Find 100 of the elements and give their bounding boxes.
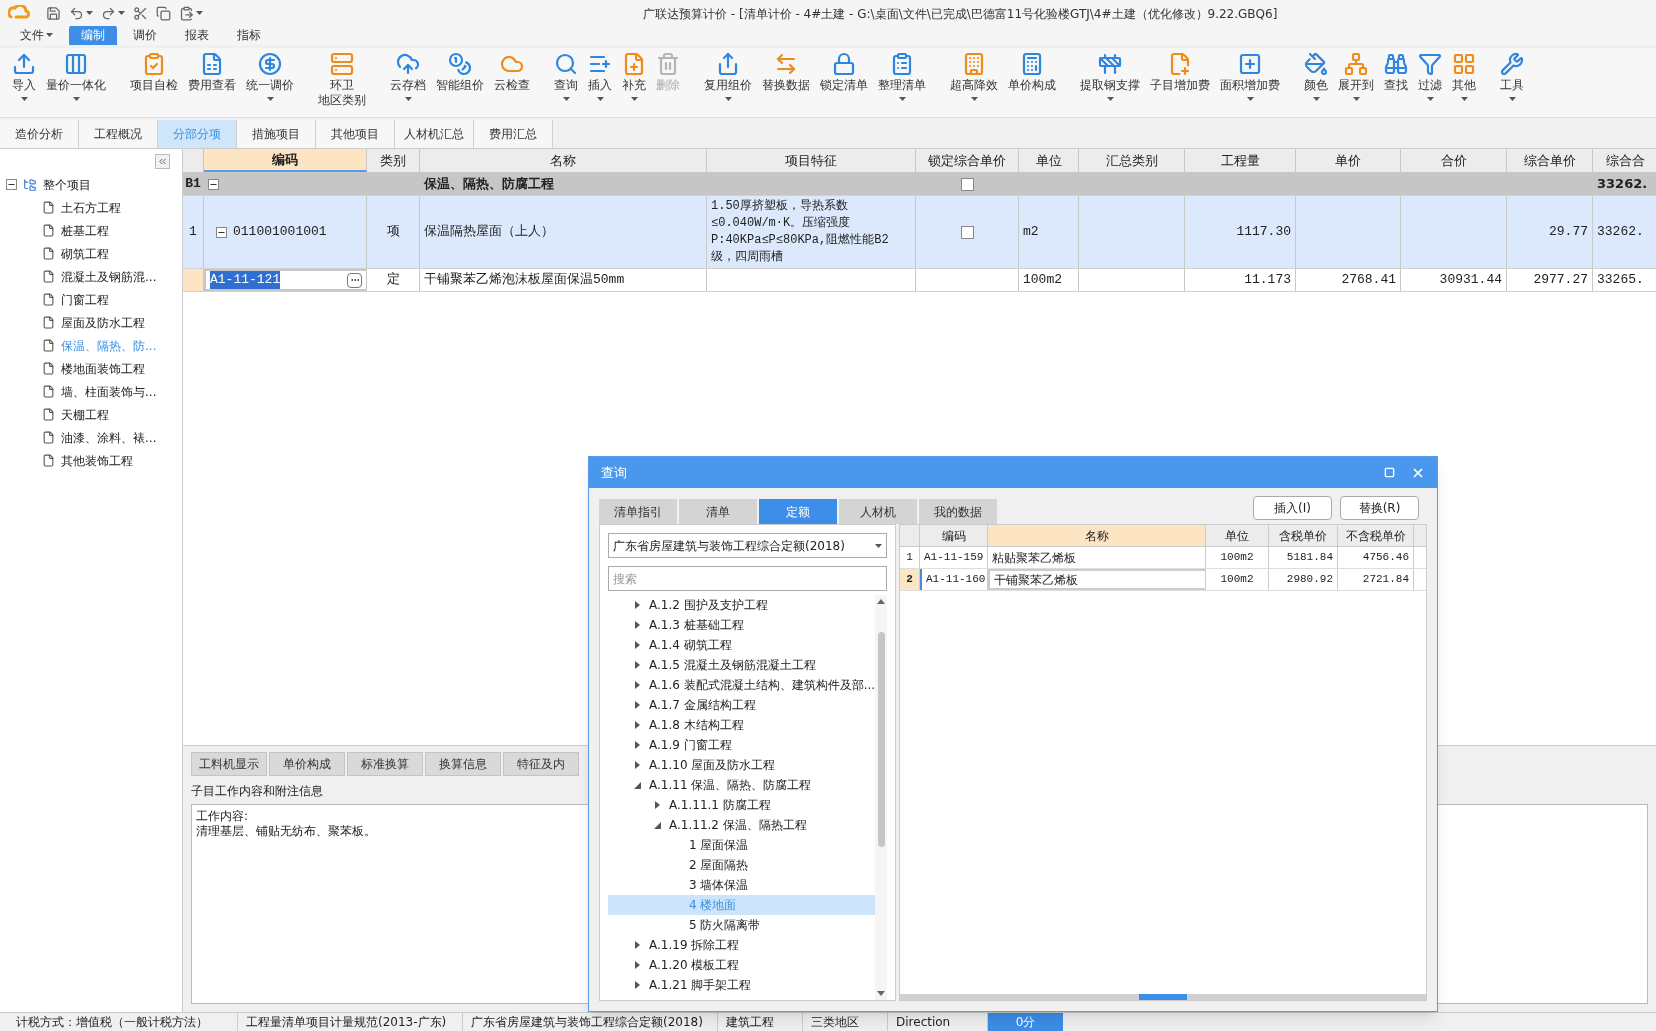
- tree-item[interactable]: A.1.20 模板工程: [649, 956, 740, 974]
- tab[interactable]: 工程概况: [79, 120, 158, 148]
- tree-item[interactable]: A.1.9 门窗工程: [649, 736, 732, 754]
- tab[interactable]: 其他项目: [316, 120, 395, 148]
- toolbar-button[interactable]: 单价构成: [1004, 52, 1060, 101]
- save-icon[interactable]: [46, 5, 61, 21]
- tree-item[interactable]: 门窗工程: [61, 290, 109, 309]
- column-header[interactable]: 单位: [1206, 525, 1269, 546]
- toolbar-button[interactable]: 查找: [1380, 52, 1412, 101]
- expand-arrow-icon[interactable]: [634, 681, 641, 689]
- tree-item[interactable]: 1 屋面保温: [689, 836, 749, 854]
- toolbar-button[interactable]: 替换数据: [758, 52, 814, 101]
- tree-item[interactable]: A.1.5 混凝土及钢筋混凝土工程: [649, 656, 816, 674]
- tree-item[interactable]: 楼地面装饰工程: [61, 359, 145, 378]
- toolbar-button[interactable]: 整理清单: [874, 52, 930, 101]
- tab[interactable]: 人材机汇总: [395, 120, 474, 148]
- toolbar-button[interactable]: 提取钢支撑: [1076, 52, 1144, 101]
- toolbar-button[interactable]: 云存档: [386, 52, 430, 101]
- toolbar-button[interactable]: 超高降效: [946, 52, 1002, 101]
- column-header[interactable]: 名称: [988, 525, 1206, 546]
- expand-arrow-icon[interactable]: [634, 941, 641, 949]
- expand-arrow-icon[interactable]: [634, 761, 641, 769]
- column-header[interactable]: 名称: [420, 149, 707, 172]
- scroll-down-icon[interactable]: [877, 991, 885, 996]
- toolbar-button[interactable]: 费用查看: [184, 52, 240, 101]
- tree-item[interactable]: 2 屋面隔热: [689, 856, 749, 874]
- collapse-arrow-icon[interactable]: [654, 821, 661, 829]
- tab[interactable]: 特征及内: [503, 752, 579, 776]
- tree-item[interactable]: A.1.6 装配式混凝土结构、建筑构件及部...: [649, 676, 875, 694]
- menu-item[interactable]: 文件: [8, 25, 65, 45]
- tree-item[interactable]: 混凝土及钢筋混...: [61, 267, 157, 286]
- tree-item[interactable]: A.1.3 桩基础工程: [649, 616, 744, 634]
- column-header[interactable]: 综合合: [1593, 149, 1656, 172]
- tree-item[interactable]: 砌筑工程: [61, 244, 109, 263]
- row-number[interactable]: 1: [900, 547, 920, 568]
- toolbar-button[interactable]: 云检查: [490, 52, 534, 101]
- column-header[interactable]: 编码: [204, 149, 367, 172]
- column-header[interactable]: 工程量: [1185, 149, 1296, 172]
- expand-arrow-icon[interactable]: [634, 741, 641, 749]
- column-header[interactable]: 不含税单价: [1338, 525, 1414, 546]
- tree-item[interactable]: 5 防火隔离带: [689, 916, 761, 934]
- column-header[interactable]: 类别: [367, 149, 420, 172]
- tree-item[interactable]: 油漆、涂料、裱...: [61, 428, 157, 447]
- column-header[interactable]: 含税单价: [1269, 525, 1338, 546]
- tab[interactable]: 措施项目: [237, 120, 316, 148]
- tab[interactable]: 费用汇总: [474, 120, 553, 148]
- library-dropdown[interactable]: 广东省房屋建筑与装饰工程综合定额(2018): [608, 533, 887, 558]
- toolbar-button[interactable]: 过滤: [1414, 52, 1446, 101]
- tree-item[interactable]: A.1.11.2 保温、隔热工程: [669, 816, 807, 834]
- toolbar-button[interactable]: 子目增加费: [1146, 52, 1214, 101]
- column-header[interactable]: 合价: [1401, 149, 1507, 172]
- scrollbar[interactable]: [875, 595, 887, 1000]
- dialog-button[interactable]: 替换(R): [1340, 496, 1419, 520]
- dialog-button[interactable]: 插入(I): [1253, 496, 1332, 520]
- toolbar-button[interactable]: 工具: [1496, 52, 1528, 101]
- tree-item[interactable]: A.1.7 金属结构工程: [649, 696, 756, 714]
- tree-item[interactable]: 整个项目: [43, 175, 91, 194]
- expand-arrow-icon[interactable]: [634, 641, 641, 649]
- collapse-arrow-icon[interactable]: [634, 781, 641, 789]
- toolbar-button[interactable]: 导入: [8, 52, 40, 101]
- toolbar-button[interactable]: 查询: [550, 52, 582, 101]
- scrollbar[interactable]: [900, 994, 1426, 1000]
- tab[interactable]: 换算信息: [425, 752, 501, 776]
- column-header[interactable]: 综合单价: [1507, 149, 1593, 172]
- toolbar-button[interactable]: 展开到: [1334, 52, 1378, 101]
- maximize-icon[interactable]: [1384, 467, 1395, 478]
- tree-item[interactable]: A.1.19 拆除工程: [649, 936, 740, 954]
- toolbar-button[interactable]: 环卫 地区类别: [314, 52, 370, 108]
- checkbox[interactable]: [960, 225, 974, 239]
- redo-icon[interactable]: [101, 5, 116, 21]
- collapse-icon[interactable]: [216, 226, 227, 238]
- column-header[interactable]: 锁定综合单价: [916, 149, 1019, 172]
- tab[interactable]: 我的数据: [919, 499, 997, 524]
- tree-item[interactable]: 保温、隔热、防...: [61, 336, 157, 355]
- tab[interactable]: 造价分析: [0, 120, 79, 148]
- tree-item[interactable]: A.1.2 围护及支护工程: [649, 596, 768, 614]
- tab[interactable]: 人材机: [839, 499, 917, 524]
- collapse-panel-button[interactable]: [155, 153, 170, 169]
- tab[interactable]: 清单指引: [599, 499, 677, 524]
- tree-item[interactable]: 屋面及防水工程: [61, 313, 145, 332]
- tab[interactable]: 工料机显示: [191, 752, 267, 776]
- collapse-icon[interactable]: [6, 179, 17, 190]
- column-header[interactable]: 汇总类别: [1079, 149, 1185, 172]
- toolbar-button[interactable]: 补充: [618, 52, 650, 101]
- search-field[interactable]: 搜索: [608, 566, 887, 591]
- scroll-up-icon[interactable]: [877, 599, 885, 604]
- expand-arrow-icon[interactable]: [634, 661, 641, 669]
- copy-icon[interactable]: [156, 5, 171, 21]
- tree-item[interactable]: 桩基工程: [61, 221, 109, 240]
- tree-item[interactable]: 3 墙体保温: [689, 876, 749, 894]
- tab[interactable]: 清单: [679, 499, 757, 524]
- row-number[interactable]: 2: [900, 569, 920, 590]
- tree-item[interactable]: 其他装饰工程: [61, 451, 133, 470]
- toolbar-button[interactable]: 颜色: [1300, 52, 1332, 101]
- expand-arrow-icon[interactable]: [654, 801, 661, 809]
- checkbox[interactable]: [960, 177, 974, 191]
- expand-arrow-icon[interactable]: [634, 981, 641, 989]
- toolbar-button[interactable]: 智能组价: [432, 52, 488, 101]
- tab[interactable]: 标准换算: [347, 752, 423, 776]
- expand-arrow-icon[interactable]: [634, 621, 641, 629]
